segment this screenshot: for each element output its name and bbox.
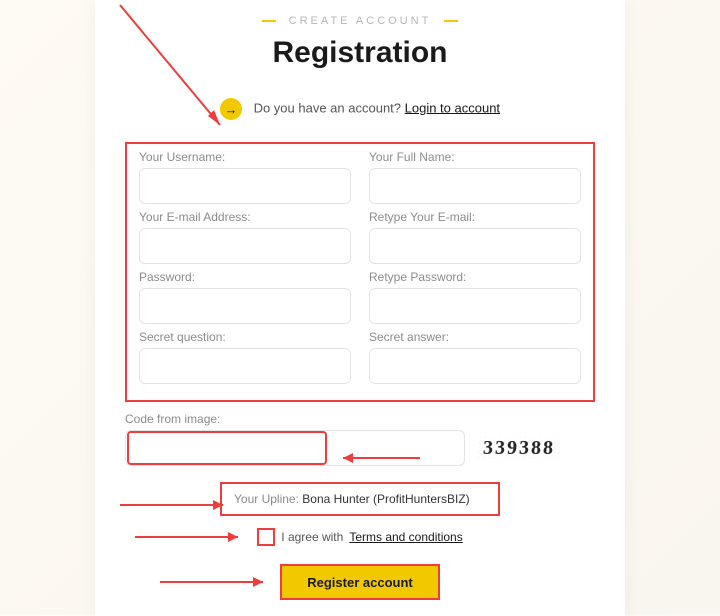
- secret-question-input[interactable]: [139, 348, 351, 384]
- email-label: Your E-mail Address:: [139, 210, 351, 224]
- upline-box: Your Upline: Bona Hunter (ProfitHuntersB…: [220, 482, 500, 516]
- arrow-right-icon: →: [220, 98, 242, 120]
- login-prompt: → Do you have an account? Login to accou…: [95, 98, 625, 120]
- retype-email-input[interactable]: [369, 228, 581, 264]
- header-subtitle-wrap: CREATE ACCOUNT: [95, 12, 625, 30]
- dash-right-icon: [444, 20, 458, 22]
- username-label: Your Username:: [139, 150, 351, 164]
- captcha-label: Code from image:: [125, 412, 595, 426]
- retype-password-input[interactable]: [369, 288, 581, 324]
- upline-label: Your Upline:: [234, 492, 299, 506]
- login-link[interactable]: Login to account: [405, 100, 500, 115]
- password-label: Password:: [139, 270, 351, 284]
- login-prompt-text: Do you have an account?: [254, 100, 401, 115]
- terms-link[interactable]: Terms and conditions: [349, 530, 462, 544]
- secret-answer-input[interactable]: [369, 348, 581, 384]
- page-title: Registration: [95, 36, 625, 70]
- upline-value: Bona Hunter (ProfitHuntersBIZ): [302, 492, 469, 506]
- captcha-image: 339388: [478, 437, 559, 460]
- username-input[interactable]: [139, 168, 351, 204]
- agree-text: I agree with: [281, 530, 343, 544]
- dash-left-icon: [262, 20, 276, 22]
- captcha-input[interactable]: [127, 431, 327, 465]
- form-fields-highlight-box: Your Username: Your Full Name: Your E-ma…: [125, 142, 595, 402]
- secret-answer-label: Secret answer:: [369, 330, 581, 344]
- fullname-input[interactable]: [369, 168, 581, 204]
- captcha-input-outer: [125, 430, 465, 466]
- fullname-label: Your Full Name:: [369, 150, 581, 164]
- agree-checkbox[interactable]: [257, 528, 275, 546]
- register-button[interactable]: Register account: [280, 564, 440, 600]
- retype-email-label: Retype Your E-mail:: [369, 210, 581, 224]
- agree-row: I agree with Terms and conditions: [95, 528, 625, 546]
- email-input[interactable]: [139, 228, 351, 264]
- secret-question-label: Secret question:: [139, 330, 351, 344]
- retype-password-label: Retype Password:: [369, 270, 581, 284]
- password-input[interactable]: [139, 288, 351, 324]
- header-subtitle: CREATE ACCOUNT: [289, 15, 432, 27]
